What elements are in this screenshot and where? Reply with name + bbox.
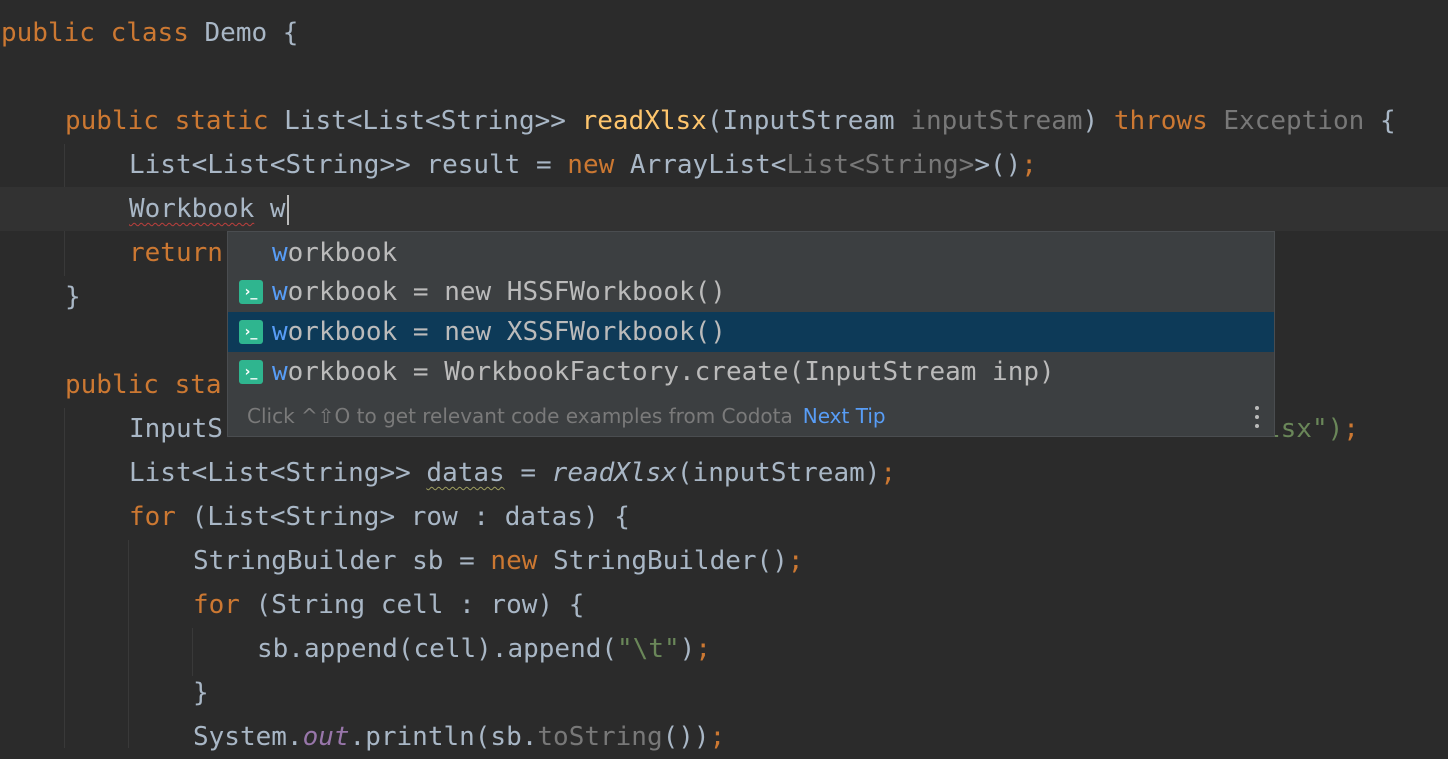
code-text: (inputStream): [676, 458, 881, 488]
code-text: sb.append(cell).append(: [257, 634, 618, 664]
completion-rest: orkbook = WorkbookFactory.create(InputSt…: [287, 357, 1055, 387]
completion-item[interactable]: ›_ workbook = WorkbookFactory.create(Inp…: [228, 352, 1274, 392]
exception-type: Exception: [1223, 106, 1365, 136]
code-text: {: [1379, 106, 1396, 136]
completion-item-label: workbook: [272, 233, 397, 273]
keyword: public: [1, 18, 95, 48]
string-literal: lsx"): [1265, 414, 1344, 444]
dot: [1255, 424, 1259, 428]
completion-match: w: [272, 317, 288, 347]
completion-match: w: [272, 238, 288, 268]
completion-item-selected[interactable]: ›_ workbook = new XSSFWorkbook(): [228, 312, 1274, 352]
code-text-error: Workbook: [129, 194, 255, 224]
completion-rest: orkbook = new XSSFWorkbook(): [287, 317, 726, 347]
keyword: throws: [1113, 106, 1208, 136]
generic-type: List<String>: [786, 150, 975, 180]
method-name: readXlsx: [581, 106, 707, 136]
code-text: List<List<String>> result =: [129, 150, 568, 180]
parameter: inputStream: [910, 106, 1083, 136]
code-line-println[interactable]: System.out.println(sb.toString());: [193, 715, 1448, 759]
indent-guide: [64, 408, 65, 748]
semicolon: ;: [1021, 150, 1037, 180]
code-line-datas[interactable]: List<List<String>> datas = readXlsx(inpu…: [129, 451, 1448, 495]
dot: [1255, 415, 1259, 419]
semicolon: ;: [1343, 414, 1359, 444]
code-text: (String cell : row) {: [255, 590, 585, 620]
completion-item[interactable]: ›_ workbook = new HSSFWorkbook(): [228, 272, 1274, 312]
code-text: Demo {: [204, 18, 299, 48]
code-text: ): [679, 634, 696, 664]
more-options-icon[interactable]: [1254, 404, 1260, 430]
code-text: (InputStream: [706, 106, 895, 136]
code-line-class-declaration[interactable]: public class Demo {: [1, 11, 1448, 55]
code-text: =: [504, 458, 552, 488]
code-line-inner-brace[interactable]: }: [193, 671, 1448, 715]
code-text: w: [269, 194, 286, 224]
code-text: StringBuilder sb =: [193, 546, 491, 576]
completion-footer: Click ^⇧O to get relevant code examples …: [228, 396, 1274, 436]
semicolon: ;: [787, 546, 804, 576]
completion-tip: Click ^⇧O to get relevant code examples …: [247, 396, 886, 436]
keyword: for: [129, 502, 176, 532]
code-text-warning: datas: [426, 458, 505, 488]
semicolon: ;: [695, 634, 711, 664]
code-text: >(): [974, 150, 1022, 180]
code-text: List<List<String>>: [284, 106, 566, 136]
keyword: new: [567, 150, 615, 180]
template-icon: ›_: [239, 320, 263, 344]
keyword: for: [193, 590, 240, 620]
keyword: static: [174, 106, 269, 136]
completion-item-label: workbook = WorkbookFactory.create(InputS…: [272, 352, 1055, 392]
completion-match: w: [272, 357, 288, 387]
code-line-method-signature[interactable]: public static List<List<String>> readXls…: [65, 99, 1448, 143]
code-completion-popup[interactable]: workbook ›_ workbook = new HSSFWorkbook(…: [227, 231, 1275, 437]
method-call: readXlsx: [551, 458, 677, 488]
tip-text: Click ^⇧O to get relevant code examples …: [247, 404, 793, 428]
code-text: InputS: [129, 414, 223, 444]
code-line-for-row[interactable]: for (List<String> row : datas) {: [129, 495, 1448, 539]
completion-rest: orkbook: [287, 238, 398, 268]
code-line-string-builder[interactable]: StringBuilder sb = new StringBuilder();: [193, 539, 1448, 583]
keyword: public: [65, 370, 159, 400]
string-literal: "\t": [617, 634, 680, 664]
dot: [1255, 406, 1259, 410]
keyword: public: [65, 106, 159, 136]
keyword: class: [110, 18, 189, 48]
code-line-input-stream-tail: lsx");: [1265, 407, 1448, 451]
code-line-current[interactable]: Workbook w: [0, 187, 1448, 231]
code-editor[interactable]: public class Demo { public static List<L…: [0, 0, 1448, 752]
code-text: ArrayList<: [629, 150, 787, 180]
template-icon: ›_: [239, 280, 263, 304]
text-caret: [286, 194, 289, 225]
completion-item-label: workbook = new XSSFWorkbook(): [272, 312, 726, 352]
completion-match: w: [272, 277, 288, 307]
code-text: StringBuilder(): [553, 546, 788, 576]
keyword: new: [490, 546, 538, 576]
completion-item[interactable]: workbook: [228, 233, 1274, 273]
indent-guide: [128, 540, 129, 748]
code-text: }: [65, 282, 81, 312]
keyword: return: [129, 238, 223, 268]
code-line-result-declaration[interactable]: List<List<String>> result = new ArrayLis…: [129, 143, 1448, 187]
template-icon: ›_: [239, 360, 263, 384]
completion-rest: orkbook = new HSSFWorkbook(): [287, 277, 726, 307]
code-line-for-cell[interactable]: for (String cell : row) {: [193, 583, 1448, 627]
keyword: sta: [174, 370, 222, 400]
completion-item-label: workbook = new HSSFWorkbook(): [272, 272, 726, 312]
code-text: }: [193, 678, 209, 708]
code-line-append[interactable]: sb.append(cell).append("\t");: [257, 627, 1448, 671]
next-tip-link[interactable]: Next Tip: [803, 404, 886, 428]
semicolon: ;: [880, 458, 897, 488]
code-text: ): [1082, 106, 1099, 136]
indent-guide: [192, 628, 193, 676]
